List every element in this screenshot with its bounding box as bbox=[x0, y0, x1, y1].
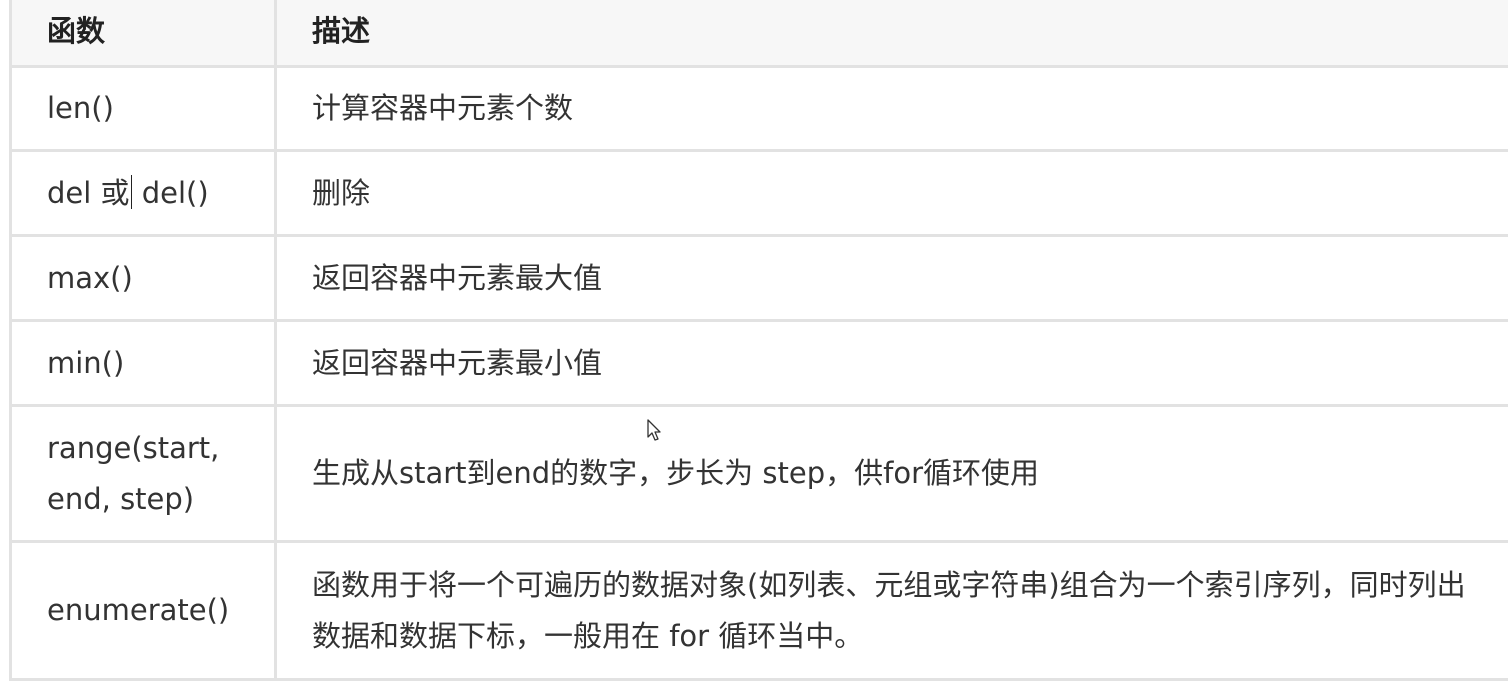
function-cell: max() bbox=[9, 234, 277, 322]
function-cell: len() bbox=[9, 65, 277, 152]
table-row: min() 返回容器中元素最小值 bbox=[9, 319, 1508, 407]
function-text-before-caret: del 或 bbox=[47, 175, 130, 210]
page-margin bbox=[0, 0, 9, 698]
mouse-pointer-arrow-icon bbox=[647, 419, 661, 441]
table-header: 函数 描述 bbox=[9, 0, 1508, 68]
function-cell[interactable]: del 或 del() bbox=[9, 149, 277, 237]
description-cell: 返回容器中元素最大值 bbox=[274, 234, 1508, 322]
header-description: 描述 bbox=[274, 0, 1508, 68]
description-cell: 生成从start到end的数字，步长为 step，供for循环使用 bbox=[274, 404, 1508, 543]
description-cell: 计算容器中元素个数 bbox=[274, 65, 1508, 152]
text-caret bbox=[130, 174, 132, 209]
description-cell: 删除 bbox=[274, 149, 1508, 237]
table-row: enumerate() 函数用于将一个可遍历的数据对象(如列表、元组或字符串)组… bbox=[9, 540, 1508, 681]
table-row: len() 计算容器中元素个数 bbox=[9, 65, 1508, 152]
function-cell: range(start, end, step) bbox=[9, 404, 277, 543]
table-row: del 或 del() 删除 bbox=[9, 149, 1508, 237]
description-cell: 返回容器中元素最小值 bbox=[274, 319, 1508, 407]
function-cell: enumerate() bbox=[9, 540, 277, 681]
table-row: range(start, end, step) 生成从start到end的数字，… bbox=[9, 404, 1508, 543]
description-cell: 函数用于将一个可遍历的数据对象(如列表、元组或字符串)组合为一个索引序列，同时列… bbox=[274, 540, 1508, 681]
function-cell: min() bbox=[9, 319, 277, 407]
header-function: 函数 bbox=[9, 0, 277, 68]
table-row: max() 返回容器中元素最大值 bbox=[9, 234, 1508, 322]
function-text-after-caret: del() bbox=[132, 175, 209, 210]
function-table: 函数 描述 len() 计算容器中元素个数 del 或 del() 删除 max… bbox=[9, 0, 1508, 681]
header-row: 函数 描述 bbox=[9, 0, 1508, 68]
